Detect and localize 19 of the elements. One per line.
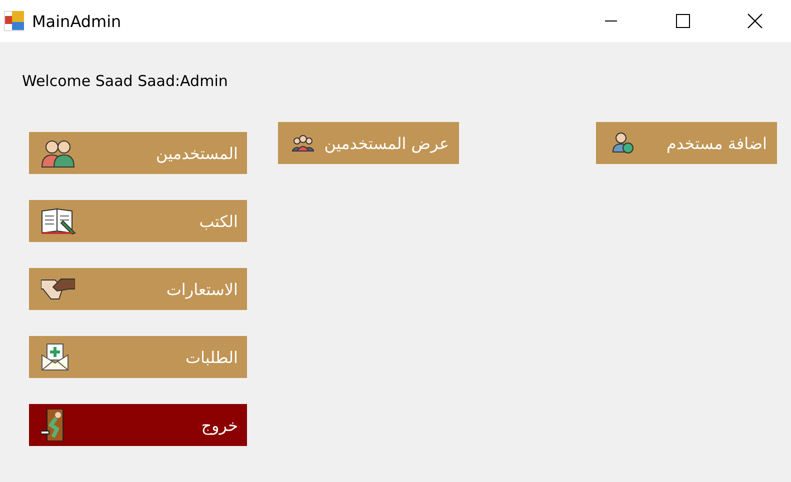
menu-button[interactable]: الكتب — [29, 200, 247, 242]
menu-button[interactable]: الاستعارات — [29, 268, 247, 310]
top-button[interactable]: اضافة مستخدم — [596, 122, 777, 164]
users-icon — [41, 138, 75, 168]
handshake-icon — [41, 277, 75, 301]
add-user-icon — [612, 132, 634, 154]
menu-button[interactable]: الطلبات — [29, 336, 247, 378]
window-title: MainAdmin — [32, 12, 122, 30]
close-icon — [747, 13, 763, 29]
app-icon — [4, 11, 24, 31]
top-button[interactable]: عرض المستخدمين — [278, 122, 459, 164]
book-icon — [41, 207, 77, 235]
menu-button[interactable]: خروج — [29, 404, 247, 446]
envelope-icon — [41, 343, 69, 371]
group-icon — [292, 134, 314, 152]
minimize-icon — [604, 20, 618, 22]
welcome-text: Welcome Saad Saad:Admin — [22, 72, 229, 92]
maximize-icon — [676, 14, 690, 28]
menu-button[interactable]: المستخدمين — [29, 132, 247, 174]
